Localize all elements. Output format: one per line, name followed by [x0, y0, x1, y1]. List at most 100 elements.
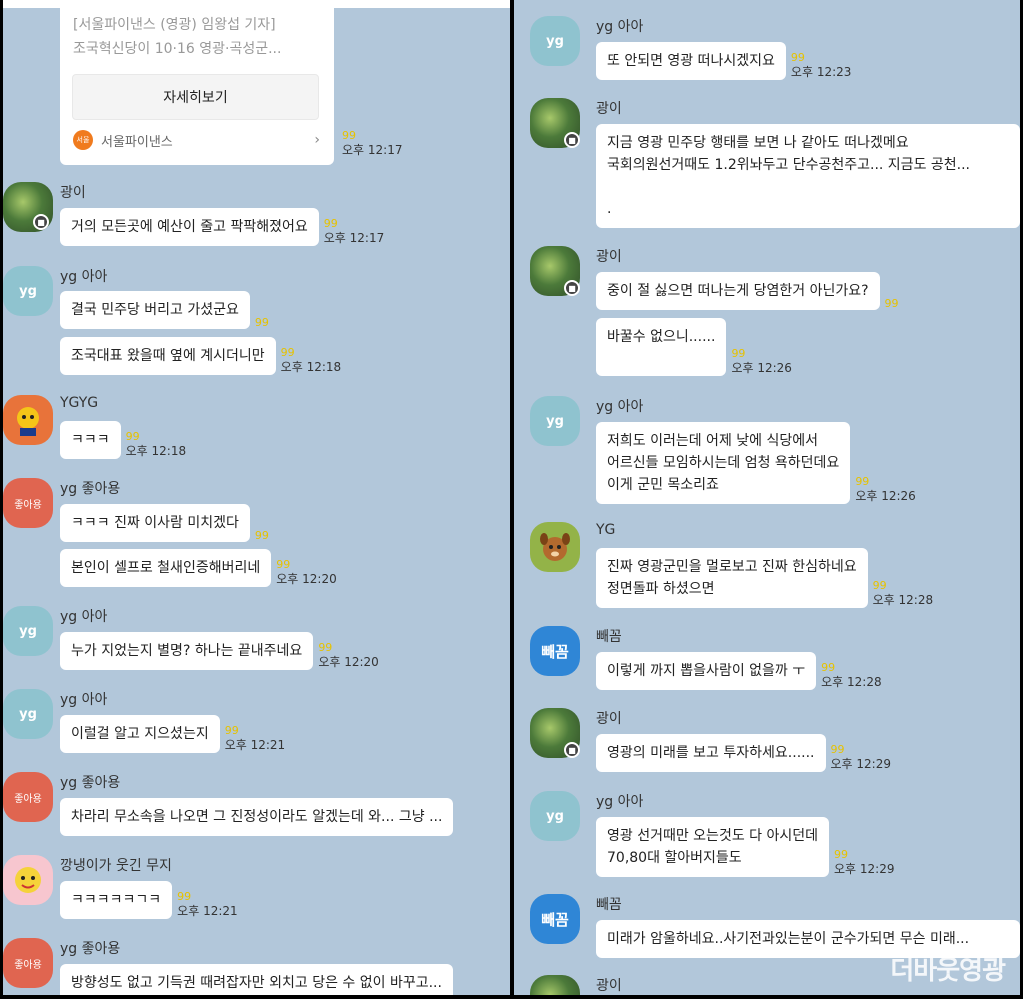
chat-message: 이럴걸 알고 지으셨는지 99 오후 12:21	[60, 715, 285, 753]
avatar-yg[interactable]: yg	[3, 689, 53, 739]
message-bubble[interactable]: 진짜 영광군민을 멀로보고 진짜 한심하네요 정면돌파 하셨으면	[596, 548, 868, 608]
avatar-yg[interactable]: yg	[530, 396, 580, 446]
message-bubble[interactable]: 지금 영광 민주당 행태를 보면 나 같아도 떠나겠메요 국회의원선거때도 1.…	[596, 124, 1020, 228]
message-bubble[interactable]: 이렇게 까지 뽑을사람이 없을까 ㅜ	[596, 652, 817, 690]
message-bubble[interactable]: 중이 절 싫으면 떠나는게 당염한거 아닌가요?	[596, 272, 880, 310]
message-time: 오후 12:18	[280, 360, 342, 374]
message-bubble[interactable]: 또 안되면 영광 떠나시겠지요	[596, 42, 786, 80]
unread-count: 99	[342, 129, 356, 142]
message-bubble[interactable]: 누가 지었는지 별명? 하나는 끝내주네요	[60, 632, 314, 670]
message-bubble[interactable]: 저희도 이러는데 어제 낮에 식당에서 어르신들 모임하시는데 엄청 욕하던데요…	[596, 422, 851, 504]
card-line-2: 조국혁신당이 10·16 영광·곡성군...	[73, 41, 282, 57]
avatar-bbaekkom[interactable]: 빼꼼	[530, 894, 580, 944]
avatar-yg-like[interactable]: 좋아용	[3, 478, 53, 528]
view-details-button[interactable]: 자세히보기	[72, 74, 319, 120]
sender-name: 빼꼼	[596, 897, 622, 913]
message-bubble[interactable]: 조국대표 왔을때 옆에 계시더니만	[60, 337, 276, 375]
message-time: 오후 12:21	[177, 904, 238, 918]
unread-count: 99	[254, 529, 269, 542]
message-bubble[interactable]: 이럴걸 알고 지으셨는지	[60, 715, 220, 753]
message-bubble[interactable]: 방향성도 없고 기득권 때려잡자만 외치고 당은 수 없이 바꾸고...	[60, 964, 453, 995]
unread-count: 99	[280, 346, 295, 359]
avatar-dog[interactable]	[530, 522, 580, 572]
sender-name: 깡냉이가 웃긴 무지	[60, 858, 172, 874]
message-time: 오후 12:20	[276, 572, 337, 586]
profile-badge-icon: ■	[33, 214, 49, 230]
avatar-muji[interactable]	[3, 855, 53, 905]
dog-icon	[540, 533, 570, 561]
source-logo-icon: 서울	[73, 130, 93, 150]
unread-count: 99	[884, 297, 899, 310]
message-line: 70,80대 할아버지들도	[607, 850, 742, 866]
avatar-yg-like[interactable]: 좋아용	[3, 938, 53, 988]
message-time: 오후 12:26	[855, 489, 916, 503]
card-line-1: [서울파이낸스 (영광) 임왕섭 기자]	[73, 17, 276, 33]
unread-count: 99	[254, 316, 269, 329]
chat-message: 차라리 무소속을 나오면 그 진정성이라도 알겠는데 와... 그냥 ...	[60, 798, 510, 836]
sender-name: YG	[596, 522, 616, 538]
unread-count: 99	[855, 475, 870, 488]
sender-name: 광이	[596, 249, 622, 265]
link-preview-card[interactable]: [서울파이낸스 (영광) 임왕섭 기자] 조국혁신당이 10·16 영광·곡성군…	[60, 0, 334, 165]
sender-name: 광이	[60, 185, 86, 201]
message-bubble[interactable]: 차라리 무소속을 나오면 그 진정성이라도 알겠는데 와... 그냥 ...	[60, 798, 454, 836]
message-time: 오후 12:21	[224, 738, 286, 752]
message-bubble[interactable]: 거의 모든곳에 예산이 줄고 팍팍해졌어요	[60, 208, 319, 246]
card-source: 서울 서울파이낸스	[73, 130, 173, 150]
message-bubble[interactable]: ㅋㅋㅋ 진짜 이사람 미치겠다	[60, 504, 250, 542]
avatar-bbaekkom[interactable]: 빼꼼	[530, 626, 580, 676]
avatar-character[interactable]	[3, 395, 53, 445]
sender-name: yg 아아	[596, 19, 644, 35]
chevron-right-icon[interactable]: ›	[314, 132, 320, 148]
avatar-yg[interactable]: yg	[3, 266, 53, 316]
avatar-yg[interactable]: yg	[3, 606, 53, 656]
message-bubble[interactable]: 결국 민주당 버리고 가셨군요	[60, 291, 250, 329]
character-icon	[17, 407, 39, 436]
chat-message: 영광의 미래를 보고 투자하세요...... 99 오후 12:29	[596, 734, 891, 772]
sender-name: 광이	[596, 978, 622, 994]
chat-message: 누가 지었는지 별명? 하나는 끝내주네요 99 오후 12:20	[60, 632, 379, 670]
message-time: 오후 12:18	[125, 444, 187, 458]
profile-badge-icon: ■	[564, 280, 580, 296]
message-bubble[interactable]: ㅋㅋㅋㅋㅋㄱㅋ	[60, 881, 173, 919]
avatar-salad[interactable]	[530, 975, 580, 995]
watermark-logo: 더바웃영광	[890, 956, 1006, 986]
chat-message: 조국대표 왔을때 옆에 계시더니만 99 오후 12:18	[60, 337, 341, 375]
avatar-yg-like[interactable]: 좋아용	[3, 772, 53, 822]
sender-name: yg 좋아용	[60, 481, 121, 497]
sender-name: YGYG	[60, 395, 99, 411]
avatar-yg[interactable]: yg	[530, 791, 580, 841]
message-time: 오후 12:29	[834, 862, 895, 876]
message-line: 영광 선거때만 오는것도 다 아시던데	[607, 828, 818, 844]
left-chat-panel[interactable]: [서울파이낸스 (영광) 임왕섭 기자] 조국혁신당이 10·16 영광·곡성군…	[3, 0, 510, 995]
message-line	[607, 176, 1009, 198]
sender-name: yg 좋아용	[60, 941, 121, 957]
message-line: 진짜 영광군민을 멀로보고 진짜 한심하네요	[607, 559, 857, 575]
chat-message: 중이 절 싫으면 떠나는게 당염한거 아닌가요? 99	[596, 272, 899, 310]
message-line: 국회의원선거때도 1.2위놔두고 단수공천주고... 지금도 공천...	[607, 157, 971, 173]
message-bubble[interactable]: ㅋㅋㅋ	[60, 421, 121, 459]
message-time: 오후 12:28	[821, 675, 882, 689]
message-line: 어르신들 모임하시는데 엄청 욕하던데요	[607, 455, 840, 471]
chat-message: ㅋㅋㅋ 진짜 이사람 미치겠다 99	[60, 504, 269, 542]
chat-message: 또 안되면 영광 떠나시겠지요 99 오후 12:23	[596, 42, 851, 80]
message-bubble[interactable]: 바꿀수 없으니......	[596, 318, 727, 376]
source-name: 서울파이낸스	[101, 134, 173, 150]
chat-message: ㅋㅋㅋㅋㅋㄱㅋ 99 오후 12:21	[60, 881, 238, 919]
right-chat-panel[interactable]: yg yg 아아 또 안되면 영광 떠나시겠지요 99 오후 12:23 ■ 광이…	[514, 0, 1020, 995]
unread-count: 99	[177, 890, 192, 903]
muji-icon	[15, 867, 41, 893]
sender-name: yg 아아	[596, 399, 644, 415]
unread-count: 99	[834, 848, 848, 861]
message-line: 저희도 이러는데 어제 낮에 식당에서	[607, 433, 818, 449]
card-meta: 99 오후 12:17	[337, 130, 402, 158]
avatar-yg[interactable]: yg	[530, 16, 580, 66]
unread-count: 99	[821, 661, 836, 674]
unread-count: 99	[323, 217, 338, 230]
unread-count: 99	[276, 558, 291, 571]
message-time: 오후 12:17	[342, 143, 403, 157]
message-bubble[interactable]: 본인이 셀프로 철새인증해버리네	[60, 549, 272, 587]
message-line: 정면돌파 하셨으면	[607, 581, 715, 597]
message-bubble[interactable]: 영광의 미래를 보고 투자하세요......	[596, 734, 826, 772]
message-bubble[interactable]: 영광 선거때만 오는것도 다 아시던데 70,80대 할아버지들도	[596, 817, 829, 877]
